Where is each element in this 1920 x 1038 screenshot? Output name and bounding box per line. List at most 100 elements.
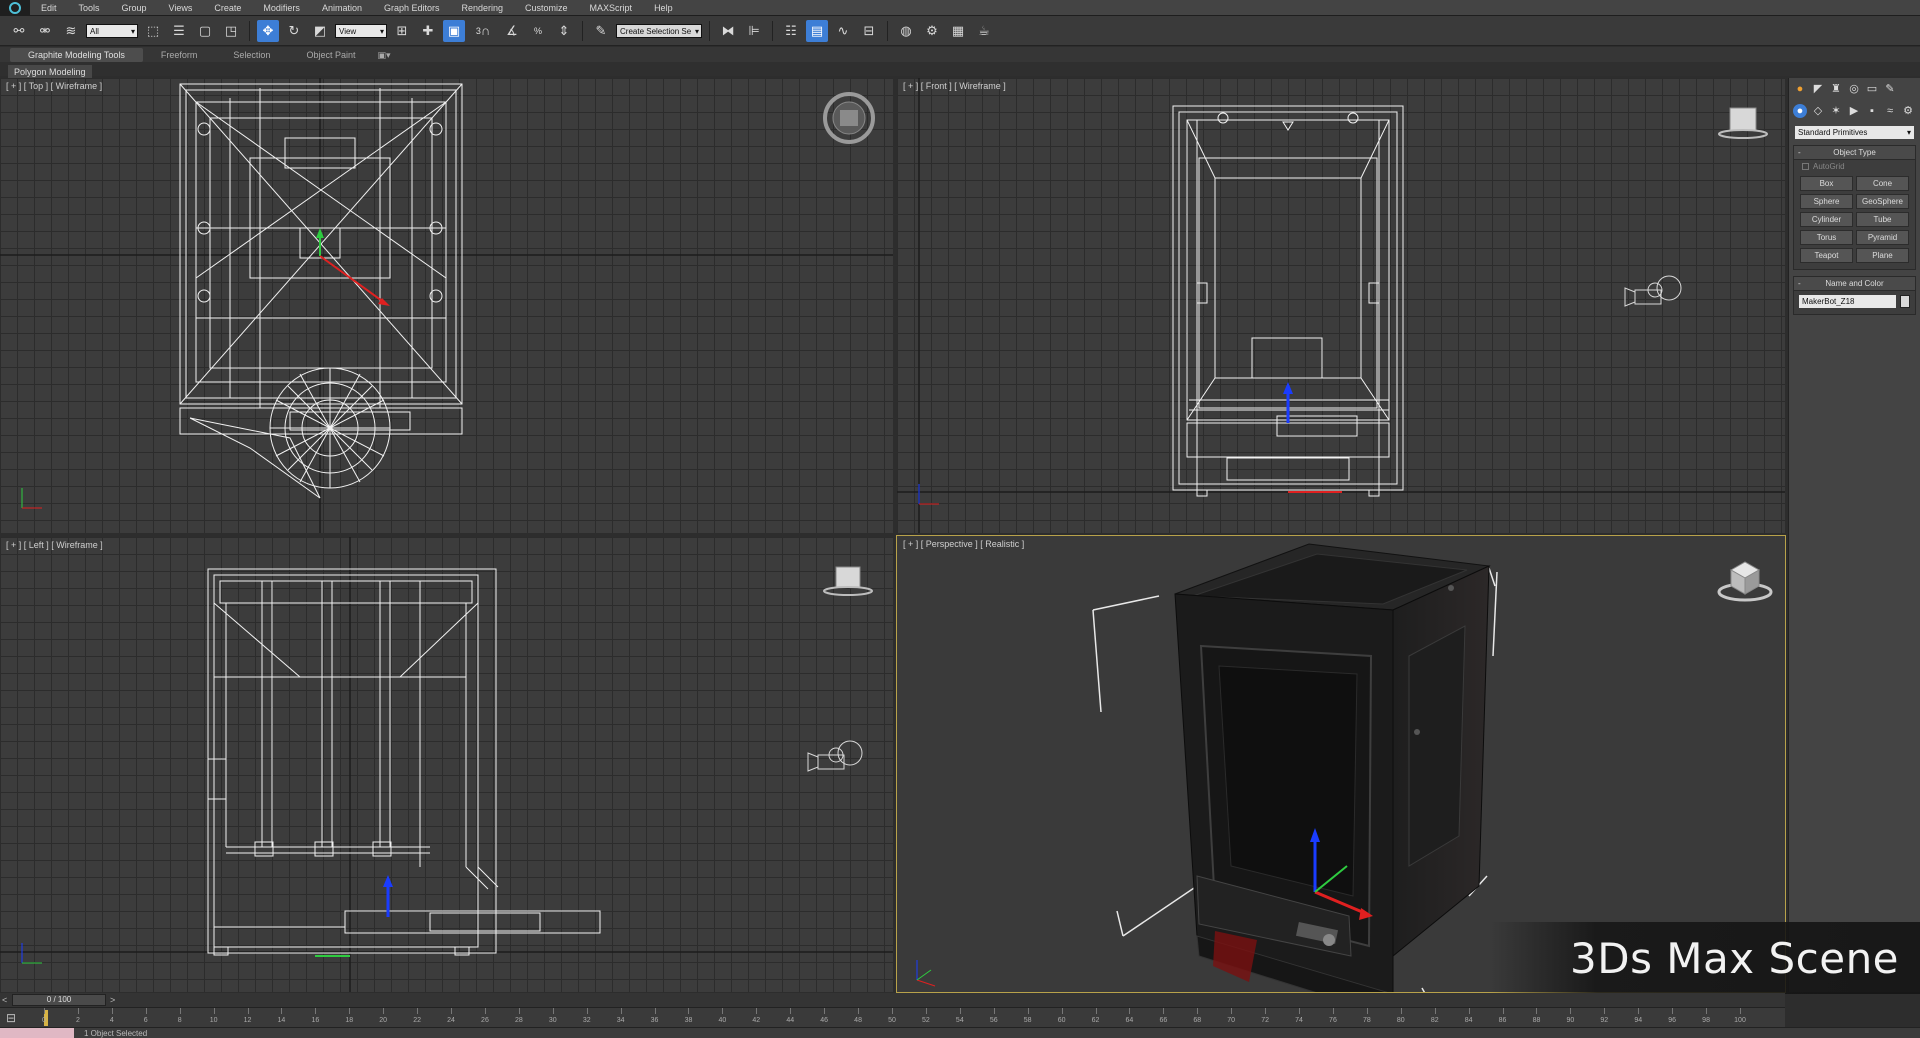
modify-panel-icon[interactable]: ◤	[1811, 82, 1825, 96]
teapot-button[interactable]: Teapot	[1800, 248, 1853, 263]
pivot-center-icon[interactable]: ⊞	[391, 20, 413, 42]
tube-button[interactable]: Tube	[1856, 212, 1909, 227]
hierarchy-panel-icon[interactable]: ♜	[1829, 82, 1843, 96]
menu-graph-editors[interactable]: Graph Editors	[373, 0, 451, 16]
viewport-top[interactable]: [ + ] [ Top ] [ Wireframe ]	[0, 78, 893, 533]
cone-button[interactable]: Cone	[1856, 176, 1909, 191]
space-warps-icon[interactable]: ≈	[1883, 104, 1897, 118]
menu-modifiers[interactable]: Modifiers	[252, 0, 311, 16]
spinner-snap-icon[interactable]: ⇕	[553, 20, 575, 42]
render-setup-icon[interactable]: ⚙	[921, 20, 943, 42]
torus-button[interactable]: Torus	[1800, 230, 1853, 245]
percent-snap-icon[interactable]: %	[527, 20, 549, 42]
time-slider[interactable]: < 0 / 100 >	[0, 993, 1785, 1007]
menu-maxscript[interactable]: MAXScript	[579, 0, 644, 16]
tab-selection[interactable]: Selection	[215, 48, 288, 62]
menu-tools[interactable]: Tools	[68, 0, 111, 16]
curve-editor-icon[interactable]: ∿	[832, 20, 854, 42]
material-editor-icon[interactable]: ◍	[895, 20, 917, 42]
name-and-color-title[interactable]: Name and Color	[1794, 277, 1915, 291]
cameras-icon[interactable]: ▶	[1847, 104, 1861, 118]
menu-help[interactable]: Help	[643, 0, 684, 16]
tab-object-paint[interactable]: Object Paint	[288, 48, 373, 62]
cylinder-button[interactable]: Cylinder	[1800, 212, 1853, 227]
viewport-left[interactable]: [ + ] [ Left ] [ Wireframe ]	[0, 537, 893, 992]
track-bar-tick-label: 34	[616, 1017, 625, 1024]
menu-animation[interactable]: Animation	[311, 0, 373, 16]
viewport-top-label[interactable]: [ + ] [ Top ] [ Wireframe ]	[6, 81, 102, 91]
motion-panel-icon[interactable]: ◎	[1847, 82, 1861, 96]
window-crossing-icon[interactable]: ◳	[220, 20, 242, 42]
bind-space-warp-icon[interactable]: ≋	[60, 20, 82, 42]
app-logo-icon[interactable]	[0, 0, 30, 16]
geometry-icon[interactable]: ●	[1793, 104, 1807, 118]
object-color-swatch[interactable]	[1900, 295, 1910, 308]
sphere-button[interactable]: Sphere	[1800, 194, 1853, 209]
pyramid-button[interactable]: Pyramid	[1856, 230, 1909, 245]
viewport-front[interactable]: [ + ] [ Front ] [ Wireframe ]	[897, 78, 1785, 533]
viewport-left-label[interactable]: [ + ] [ Left ] [ Wireframe ]	[6, 540, 103, 550]
time-slider-next-icon[interactable]: >	[110, 993, 115, 1007]
menu-customize[interactable]: Customize	[514, 0, 579, 16]
viewport-front-label[interactable]: [ + ] [ Front ] [ Wireframe ]	[903, 81, 1006, 91]
edit-named-selection-icon[interactable]: ✎	[590, 20, 612, 42]
unlink-icon[interactable]: ⚮	[34, 20, 56, 42]
geosphere-button[interactable]: GeoSphere	[1856, 194, 1909, 209]
rendered-frame-window-icon[interactable]: ▦	[947, 20, 969, 42]
track-bar-tick-label: 38	[684, 1017, 693, 1024]
mirror-icon[interactable]: ⧓	[717, 20, 739, 42]
select-rotate-icon[interactable]: ↻	[283, 20, 305, 42]
select-by-name-icon[interactable]: ☰	[168, 20, 190, 42]
select-object-icon[interactable]: ⬚	[142, 20, 164, 42]
time-slider-prev-icon[interactable]: <	[2, 993, 7, 1007]
select-scale-icon[interactable]: ◩	[309, 20, 331, 42]
lights-icon[interactable]: ✶	[1829, 104, 1843, 118]
viewcube-top[interactable]	[823, 92, 875, 144]
menu-group[interactable]: Group	[111, 0, 158, 16]
viewport-perspective-label[interactable]: [ + ] [ Perspective ] [ Realistic ]	[903, 539, 1024, 549]
schematic-view-icon[interactable]: ⊟	[858, 20, 880, 42]
reference-coordinate-dropdown[interactable]: View	[335, 23, 387, 39]
utilities-panel-icon[interactable]: ✎	[1883, 82, 1897, 96]
render-production-icon[interactable]: ☕	[973, 20, 995, 42]
ribbon-options-icon[interactable]: ▣▾	[373, 48, 394, 62]
selection-filter-dropdown[interactable]: All	[86, 23, 138, 39]
graphite-toggle-icon[interactable]: ▤	[806, 19, 828, 42]
maxscript-listener[interactable]	[0, 1028, 74, 1038]
create-panel-icon[interactable]: ●	[1793, 82, 1807, 96]
tab-freeform[interactable]: Freeform	[143, 48, 216, 62]
snap-toggle-icon[interactable]: 3 ∩	[469, 20, 497, 42]
object-name-field[interactable]: MakerBot_Z18	[1799, 295, 1896, 308]
menu-rendering[interactable]: Rendering	[451, 0, 515, 16]
geometry-type-dropdown[interactable]: Standard Primitives	[1795, 126, 1914, 139]
keyboard-shortcut-override-icon[interactable]: ▣	[443, 19, 465, 42]
box-button[interactable]: Box	[1800, 176, 1853, 191]
viewcube-left[interactable]	[823, 566, 873, 596]
track-bar[interactable]: ⊟ 0 2 4 6 8 10 12 14 16 18 20 22 24 26 28 30 32 34 36 38 40 4…	[0, 1007, 1785, 1027]
display-panel-icon[interactable]: ▭	[1865, 82, 1879, 96]
menu-views[interactable]: Views	[158, 0, 204, 16]
menu-create[interactable]: Create	[203, 0, 252, 16]
time-slider-handle[interactable]: 0 / 100	[12, 994, 106, 1006]
systems-icon[interactable]: ⚙	[1901, 104, 1915, 118]
object-type-title[interactable]: Object Type	[1794, 146, 1915, 160]
align-icon[interactable]: ⊫	[743, 20, 765, 42]
menu-edit[interactable]: Edit	[30, 0, 68, 16]
tab-graphite-modeling-tools[interactable]: Graphite Modeling Tools	[10, 47, 143, 62]
angle-snap-icon[interactable]: ∡	[501, 20, 523, 42]
shapes-icon[interactable]: ◇	[1811, 104, 1825, 118]
layer-manager-icon[interactable]: ☷	[780, 20, 802, 42]
helpers-icon[interactable]: ▪	[1865, 104, 1879, 118]
autogrid-checkbox[interactable]: AutoGrid	[1794, 160, 1915, 173]
named-selection-set-dropdown[interactable]: Create Selection Se	[616, 23, 702, 39]
polygon-modeling-panel[interactable]: Polygon Modeling	[8, 65, 92, 79]
track-bar-tick	[1536, 1008, 1538, 1014]
viewcube-perspective[interactable]	[1717, 561, 1773, 602]
mini-curve-editor-icon[interactable]: ⊟	[6, 1011, 16, 1025]
select-manipulate-icon[interactable]: ✚	[417, 20, 439, 42]
rect-selection-icon[interactable]: ▢	[194, 20, 216, 42]
plane-button[interactable]: Plane	[1856, 248, 1909, 263]
link-icon[interactable]: ⚯	[8, 20, 30, 42]
viewcube-front[interactable]	[1718, 107, 1768, 139]
select-move-icon[interactable]: ✥	[257, 19, 279, 42]
